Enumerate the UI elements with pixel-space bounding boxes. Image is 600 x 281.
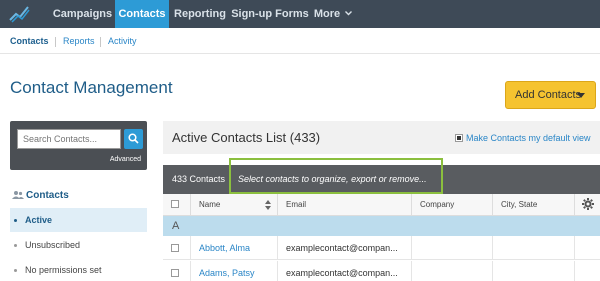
row-end-cell	[574, 261, 600, 281]
nav-reporting[interactable]: Reporting	[169, 0, 231, 28]
row-end-cell	[574, 236, 600, 260]
column-header-city-state[interactable]: City, State	[492, 194, 574, 216]
contact-email: examplecontact@compan...	[277, 236, 411, 260]
default-view-label: Make Contacts my default view	[466, 133, 591, 143]
table-row[interactable]: Abbott, Alma examplecontact@compan...	[163, 236, 600, 260]
subnav-divider	[100, 37, 101, 47]
contact-name-link[interactable]: Adams, Patsy	[190, 261, 277, 281]
caret-down-icon	[577, 93, 585, 98]
users-icon	[12, 191, 24, 199]
search-button[interactable]	[124, 129, 143, 149]
column-header-name[interactable]: Name	[190, 194, 277, 216]
sort-icon	[265, 200, 271, 210]
column-header-name-label: Name	[199, 200, 221, 209]
gear-icon[interactable]	[582, 198, 594, 210]
select-all-checkbox[interactable]	[171, 200, 179, 208]
sidebar-heading-label: Contacts	[26, 190, 69, 201]
sidebar-item-unsubscribed[interactable]: Unsubscribed	[10, 233, 147, 257]
nav-contacts[interactable]: Contacts	[115, 0, 169, 28]
advanced-search-link[interactable]: Advanced	[110, 156, 141, 163]
nav-more[interactable]: More	[309, 0, 357, 28]
bullet-icon	[14, 219, 17, 223]
nav-more-label: More	[313, 8, 341, 20]
sidebar-heading[interactable]: Contacts	[12, 190, 69, 201]
page-title: Contact Management	[10, 78, 173, 97]
contact-company	[411, 236, 492, 260]
sidebar-item-no-permissions[interactable]: No permissions set	[10, 258, 147, 281]
sidebar-item-label: Unsubscribed	[25, 240, 81, 250]
sub-navigation: Contacts Reports Activity	[0, 28, 600, 54]
top-navigation: Campaigns Contacts Reporting Sign-up For…	[0, 0, 600, 28]
search-input[interactable]	[17, 129, 121, 149]
table-row[interactable]: Adams, Patsy examplecontact@compan...	[163, 261, 600, 281]
bullet-icon	[14, 244, 17, 248]
sidebar-item-label: No permissions set	[25, 265, 102, 275]
subnav-activity[interactable]: Activity	[108, 28, 137, 54]
add-contacts-button[interactable]: Add Contacts	[505, 81, 596, 109]
contact-name-link[interactable]: Abbott, Alma	[190, 236, 277, 260]
nav-campaigns[interactable]: Campaigns	[50, 0, 115, 28]
logo-icon[interactable]	[8, 4, 30, 24]
subnav-reports[interactable]: Reports	[63, 28, 95, 54]
subnav-contacts[interactable]: Contacts	[10, 28, 49, 54]
row-checkbox[interactable]	[171, 269, 179, 277]
select-all-cell	[163, 194, 190, 216]
list-header: Active Contacts List (433) Make Contacts…	[163, 121, 600, 154]
contact-city-state	[492, 261, 574, 281]
sidebar-item-label: Active	[25, 215, 53, 225]
row-select-cell	[163, 261, 190, 281]
list-title: Active Contacts List (433)	[172, 130, 321, 145]
row-checkbox[interactable]	[171, 244, 179, 252]
default-view-option[interactable]: Make Contacts my default view	[455, 133, 591, 143]
default-view-checkbox[interactable]	[455, 134, 463, 142]
row-select-cell	[163, 236, 190, 260]
nav-signup-forms[interactable]: Sign-up Forms	[231, 0, 309, 28]
chevron-down-icon	[345, 11, 353, 16]
group-letter-row: A	[163, 216, 600, 236]
contact-count: 433 Contacts	[172, 174, 226, 184]
highlight-callout	[229, 158, 443, 194]
column-header-company[interactable]: Company	[411, 194, 492, 216]
search-panel: Advanced	[10, 121, 147, 170]
contact-company	[411, 261, 492, 281]
column-settings-cell	[574, 194, 600, 216]
search-icon	[128, 133, 139, 144]
contact-city-state	[492, 236, 574, 260]
table-header: Name Email Company City, State	[163, 194, 600, 216]
subnav-divider	[55, 37, 56, 47]
contact-email: examplecontact@compan...	[277, 261, 411, 281]
add-contacts-label: Add Contacts	[515, 89, 582, 101]
bullet-icon	[14, 269, 17, 273]
column-header-email[interactable]: Email	[277, 194, 411, 216]
sidebar-item-active[interactable]: Active	[10, 208, 147, 232]
